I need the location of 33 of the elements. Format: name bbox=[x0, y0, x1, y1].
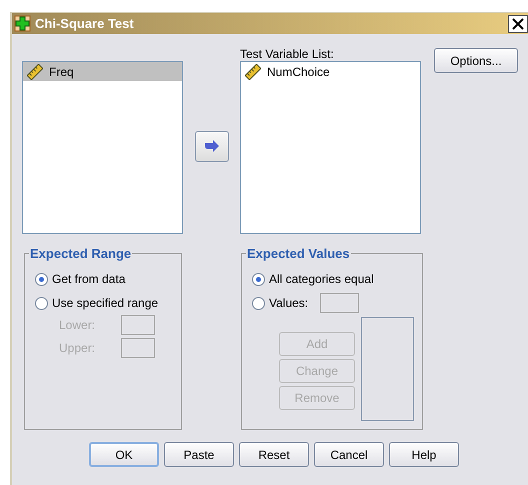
options-button[interactable]: Options... bbox=[434, 48, 518, 73]
field-label: Upper: bbox=[59, 341, 96, 355]
group-title: Expected Values bbox=[246, 246, 351, 261]
app-icon bbox=[14, 15, 31, 32]
field-label: Lower: bbox=[59, 318, 96, 332]
radio-label: Get from data bbox=[52, 272, 126, 286]
source-variable-list[interactable]: Freq bbox=[22, 61, 183, 234]
radio-button[interactable] bbox=[35, 272, 48, 286]
window-title: Chi-Square Test bbox=[35, 16, 134, 31]
radio-button[interactable] bbox=[35, 296, 48, 310]
variable-item[interactable]: NumChoice bbox=[241, 62, 420, 81]
input-field[interactable] bbox=[320, 293, 360, 313]
radio-button[interactable] bbox=[252, 272, 265, 286]
dialog-button[interactable]: Reset bbox=[239, 442, 309, 467]
ruler-icon bbox=[245, 64, 261, 80]
list-label: Test Variable List: bbox=[240, 47, 335, 61]
dialog-button[interactable]: Cancel bbox=[314, 442, 384, 467]
dialog-button[interactable]: OK bbox=[89, 442, 159, 467]
group-title: Expected Range bbox=[29, 246, 132, 261]
arrow-icon bbox=[204, 140, 220, 154]
radio-button[interactable] bbox=[252, 296, 265, 310]
radio-label: All categories equal bbox=[269, 272, 374, 286]
test-variable-list[interactable]: NumChoice bbox=[240, 61, 421, 234]
close-button[interactable] bbox=[508, 14, 528, 32]
move-button[interactable] bbox=[194, 131, 228, 162]
ruler-icon bbox=[27, 64, 43, 80]
values-list[interactable] bbox=[361, 317, 414, 421]
variable-item[interactable]: Freq bbox=[23, 62, 182, 81]
dialog-button[interactable]: Help bbox=[389, 442, 459, 467]
radio-label: Values: bbox=[269, 296, 308, 310]
radio-label: Use specified range bbox=[52, 296, 158, 310]
close-icon bbox=[512, 18, 524, 30]
dialog-button[interactable]: Paste bbox=[164, 442, 234, 467]
